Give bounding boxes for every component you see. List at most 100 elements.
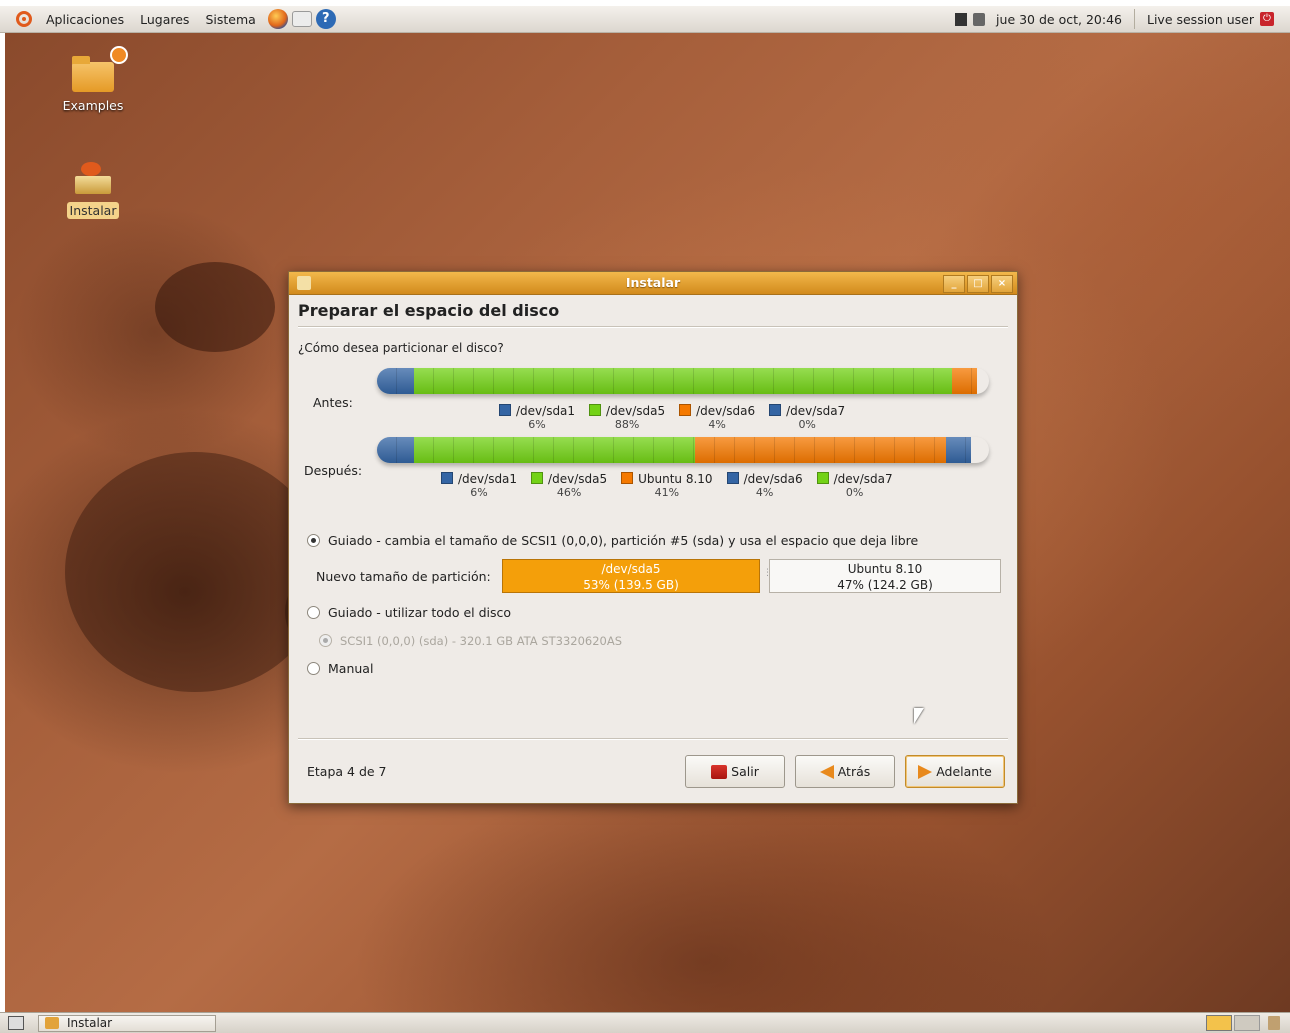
- before-partition-bar: [377, 368, 989, 394]
- installer-dialog: Instalar _ □ × Preparar el espacio del d…: [288, 271, 1018, 804]
- page-title: Preparar el espacio del disco: [298, 301, 560, 320]
- radio-unchecked[interactable]: [307, 606, 320, 619]
- forward-button[interactable]: Adelante: [905, 755, 1005, 788]
- legend-name: /dev/sda5: [548, 472, 608, 486]
- legend-name: /dev/sda6: [743, 472, 803, 486]
- resize-left-size: 53% (139.5 GB): [583, 578, 679, 592]
- legend-swatch: [769, 404, 782, 416]
- firefox-icon[interactable]: [267, 9, 288, 29]
- resize-handle[interactable]: ⋮: [763, 568, 772, 584]
- legend-swatch: [531, 472, 544, 484]
- desktop-icon-examples[interactable]: Examples: [58, 46, 128, 113]
- user-menu[interactable]: Live session user: [1139, 12, 1260, 27]
- lock-badge-icon: [110, 46, 128, 64]
- volume-icon[interactable]: [973, 12, 986, 26]
- radio-checked[interactable]: [307, 534, 320, 547]
- close-button[interactable]: ×: [991, 275, 1013, 293]
- top-panel: Aplicaciones Lugares Sistema ? jue 30 de…: [0, 6, 1290, 33]
- resize-right-name: Ubuntu 8.10: [847, 562, 923, 576]
- back-button[interactable]: Atrás: [795, 755, 895, 788]
- option-label: Guiado - cambia el tamaño de SCSI1 (0,0,…: [328, 533, 919, 548]
- option-guided-whole-disk[interactable]: Guiado - utilizar todo el disco: [307, 605, 511, 620]
- legend-name: /dev/sda7: [833, 472, 893, 486]
- desktop-icon-instalar[interactable]: Instalar: [58, 156, 128, 219]
- resize-right-size: 47% (124.2 GB): [837, 578, 933, 592]
- option-label: Manual: [328, 661, 374, 676]
- legend-name: /dev/sda1: [458, 472, 518, 486]
- legend-percent: 41%: [654, 486, 680, 499]
- option-label: SCSI1 (0,0,0) (sda) - 320.1 GB ATA ST332…: [340, 634, 623, 648]
- stage-indicator: Etapa 4 de 7: [307, 764, 387, 779]
- installer-icon: [297, 276, 311, 290]
- taskbar-item-label: Instalar: [67, 1016, 113, 1030]
- network-icon[interactable]: [955, 12, 968, 26]
- menu-lugares[interactable]: Lugares: [132, 12, 197, 27]
- legend-percent: 4%: [708, 418, 726, 431]
- legend-item: /dev/sda6 4%: [726, 472, 803, 499]
- maximize-button[interactable]: □: [967, 275, 989, 293]
- wallpaper-splatter: [65, 452, 325, 692]
- ubuntu-logo-icon[interactable]: [16, 11, 32, 27]
- legend-swatch: [589, 404, 602, 416]
- show-desktop-icon[interactable]: [8, 1016, 24, 1030]
- quit-button[interactable]: Salir: [685, 755, 785, 788]
- legend-swatch: [499, 404, 511, 416]
- bottom-panel: Instalar: [0, 1012, 1290, 1033]
- forward-arrow-icon: [918, 764, 933, 779]
- legend-percent: 6%: [528, 418, 546, 431]
- trash-icon[interactable]: [1268, 1016, 1280, 1030]
- resize-partition-current[interactable]: /dev/sda5 53% (139.5 GB): [502, 559, 760, 593]
- folder-icon: [72, 46, 128, 92]
- legend-percent: 4%: [755, 486, 774, 499]
- menu-aplicaciones[interactable]: Aplicaciones: [38, 12, 132, 27]
- legend-name: /dev/sda6: [696, 404, 756, 418]
- legend-swatch: [621, 472, 634, 484]
- mail-icon[interactable]: [291, 11, 312, 27]
- workspace-2[interactable]: [1234, 1015, 1260, 1031]
- desktop-icon-label: Instalar: [66, 202, 120, 219]
- legend-name: /dev/sda7: [786, 404, 846, 418]
- installer-icon: [71, 156, 115, 196]
- clock[interactable]: jue 30 de oct, 20:46: [988, 12, 1130, 27]
- partition-segment: [413, 368, 953, 394]
- after-partition-bar: [377, 437, 989, 463]
- option-guided-resize[interactable]: Guiado - cambia el tamaño de SCSI1 (0,0,…: [307, 533, 918, 548]
- legend-percent: 0%: [798, 418, 816, 431]
- wallpaper-splatter: [155, 262, 275, 352]
- legend-item: Ubuntu 8.10 41%: [621, 472, 713, 499]
- legend-percent: 0%: [845, 486, 864, 499]
- radio-disabled: [319, 634, 332, 647]
- before-label: Antes:: [313, 395, 353, 410]
- back-button-label: Atrás: [837, 764, 871, 779]
- quit-icon: [711, 764, 728, 779]
- partition-segment: [952, 368, 977, 394]
- option-label: Guiado - utilizar todo el disco: [328, 605, 512, 620]
- taskbar-item-instalar[interactable]: Instalar: [38, 1014, 216, 1032]
- partition-segment: [377, 437, 414, 463]
- forward-button-label: Adelante: [936, 764, 992, 779]
- mouse-cursor-icon: [914, 708, 924, 724]
- minimize-button[interactable]: _: [943, 275, 965, 293]
- legend-item: /dev/sda7 0%: [816, 472, 893, 499]
- radio-unchecked[interactable]: [307, 662, 320, 675]
- legend-item: /dev/sda5 88%: [589, 404, 665, 431]
- legend-percent: 46%: [556, 486, 582, 499]
- menu-sistema[interactable]: Sistema: [197, 12, 263, 27]
- legend-item: /dev/sda1 6%: [441, 472, 517, 499]
- panel-separator: [1133, 9, 1135, 29]
- resize-label: Nuevo tamaño de partición:: [316, 569, 491, 584]
- legend-swatch: [816, 472, 829, 484]
- option-manual[interactable]: Manual: [307, 661, 373, 676]
- resize-partition-new[interactable]: Ubuntu 8.10 47% (124.2 GB): [769, 559, 1001, 593]
- after-legend: /dev/sda1 6% /dev/sda5 46% Ubuntu 8.10 41% /de…: [441, 472, 907, 499]
- legend-name: /dev/sda5: [606, 404, 666, 418]
- legend-item: /dev/sda1 6%: [499, 404, 575, 431]
- desktop-icon-label: Examples: [62, 98, 124, 113]
- power-icon[interactable]: ⏻: [1260, 12, 1274, 26]
- legend-percent: 88%: [614, 418, 640, 431]
- workspace-1[interactable]: [1206, 1015, 1232, 1031]
- legend-swatch: [726, 472, 739, 484]
- dialog-titlebar[interactable]: Instalar _ □ ×: [289, 272, 1017, 295]
- quit-button-label: Salir: [731, 764, 759, 779]
- help-icon[interactable]: ?: [315, 9, 336, 29]
